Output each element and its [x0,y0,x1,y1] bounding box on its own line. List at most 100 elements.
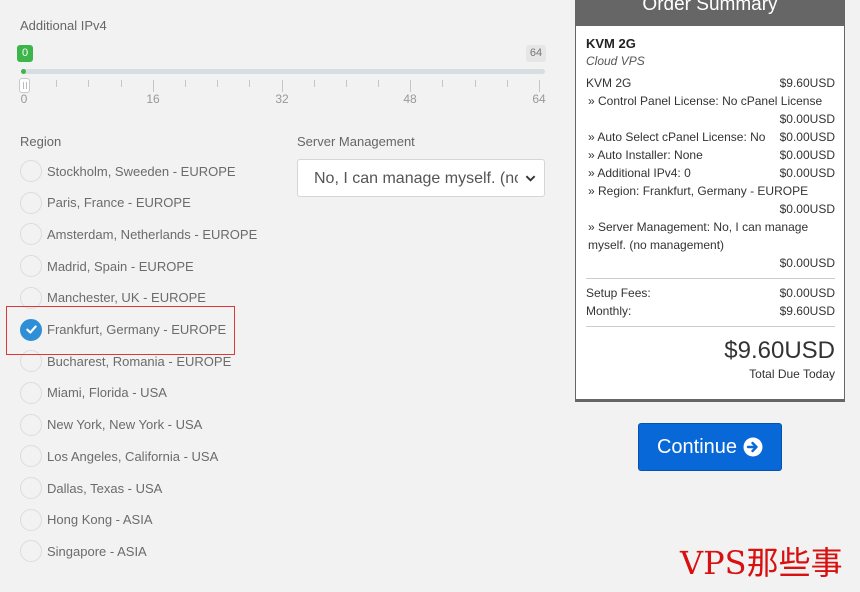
server-management-select[interactable]: No, I can manage myself. (no management) [297,159,545,197]
radio-unchecked-icon[interactable] [20,255,42,278]
region-option[interactable]: Stockholm, Sweeden - EUROPE [20,159,236,183]
radio-unchecked-icon[interactable] [20,191,42,214]
setup-fees-label: Setup Fees: [586,286,651,300]
radio-unchecked-icon[interactable] [20,445,42,468]
region-option[interactable]: Singapore - ASIA [20,539,147,563]
ipv4-slider-track[interactable] [21,69,545,74]
summary-option-price: $0.00USD [779,166,835,180]
ipv4-slider-fill [21,69,26,74]
ipv4-slider-handle[interactable] [19,78,30,93]
summary-divider [586,326,835,327]
slider-tick [313,80,315,87]
region-option-label: Dallas, Texas - USA [47,480,163,496]
radio-unchecked-icon[interactable] [20,540,42,563]
summary-option-price: $0.00USD [779,148,835,162]
summary-option-label: » Control Panel License: No cPanel Licen… [588,94,823,108]
region-option[interactable]: Dallas, Texas - USA [20,476,162,500]
slider-tick [474,80,476,87]
region-option[interactable]: New York, New York - USA [20,413,202,437]
total-due-amount: $9.60USD [724,337,835,364]
order-summary-title: Order Summary [576,0,844,26]
summary-divider [586,278,835,279]
slider-tick [281,80,283,92]
slider-tick [88,80,90,87]
total-due-label: Total Due Today [749,367,835,381]
region-option-label: Paris, France - EUROPE [47,195,191,211]
ipv4-tick-label: 64 [532,92,546,106]
region-option-label: Los Angeles, California - USA [47,448,219,464]
region-option[interactable]: Miami, Florida - USA [20,381,167,405]
continue-button[interactable]: Continue [638,423,782,471]
region-option-label: New York, New York - USA [47,417,203,433]
product-group: Cloud VPS [586,54,645,68]
summary-option-row: » Additional IPv4: 0 $0.00USD [586,164,835,182]
summary-option-label: » Auto Select cPanel License: No [588,130,766,144]
slider-tick [120,80,122,87]
slider-tick [56,80,58,87]
summary-option-price: $0.00USD [779,256,835,270]
summary-option-label: » Region: Frankfurt, Germany - EUROPE [588,184,809,198]
slider-tick [378,80,380,87]
region-option-label: Madrid, Spain - EUROPE [47,258,194,274]
region-option[interactable]: Madrid, Spain - EUROPE [20,254,194,278]
monthly-label: Monthly: [586,304,632,318]
continue-button-label: Continue [656,435,738,458]
setup-fees-value: $0.00USD [779,286,835,300]
region-option[interactable]: Amsterdam, Netherlands - EUROPE [20,222,257,246]
region-label: Region [20,134,62,149]
ipv4-slider-ticks [24,80,540,92]
radio-unchecked-icon[interactable] [20,160,42,182]
region-option-label: Bucharest, Romania - EUROPE [47,353,232,369]
server-management-label: Server Management [297,134,415,149]
ipv4-label: Additional IPv4 [20,18,107,33]
watermark-text: VPS那些事 [680,544,843,582]
arrow-right-circle-icon [743,437,763,457]
slider-tick [506,80,508,87]
ipv4-tick-label: 16 [146,92,160,106]
summary-option-row: » Auto Select cPanel License: No $0.00USD [586,128,835,146]
selection-highlight-box [6,306,235,355]
slider-tick [152,80,154,92]
monthly-value: $9.60USD [779,304,835,318]
region-option-label: Amsterdam, Netherlands - EUROPE [47,226,258,242]
ipv4-max-value-badge: 64 [526,45,546,62]
radio-unchecked-icon[interactable] [20,477,42,499]
slider-tick [345,80,347,87]
slider-tick [217,80,219,87]
slider-tick [539,80,540,92]
region-option-label: Singapore - ASIA [47,543,147,559]
radio-unchecked-icon[interactable] [20,413,42,436]
ipv4-tick-label: 0 [20,92,28,106]
slider-tick [184,80,186,87]
region-option-label: Stockholm, Sweeden - EUROPE [47,163,236,179]
summary-option-label: » Auto Installer: None [588,148,703,162]
summary-option-price: $0.00USD [779,112,835,126]
slider-tick [249,80,251,87]
ipv4-current-value-badge: 0 [17,45,33,62]
region-option-label: Miami, Florida - USA [47,385,167,401]
region-option-label: Hong Kong - ASIA [47,512,153,528]
radio-unchecked-icon[interactable] [20,223,42,246]
region-option[interactable]: Paris, France - EUROPE [20,191,191,215]
summary-option-label: » Server Management: No, I can manage my… [588,220,809,252]
summary-option-price: $0.00USD [779,130,835,144]
ipv4-tick-label: 48 [403,92,417,106]
slider-tick [410,80,412,92]
summary-option-row: » Auto Installer: None $0.00USD [586,146,835,164]
ipv4-tick-label: 32 [275,92,289,106]
summary-option-price: $0.00USD [779,202,835,216]
base-product-price: $9.60USD [779,76,835,90]
region-option-label: Manchester, UK - EUROPE [47,290,206,306]
summary-options: » Control Panel License: No cPanel Licen… [586,92,835,272]
chevron-down-icon [525,175,536,182]
order-summary-panel: Order Summary KVM 2G Cloud VPS KVM 2G $9… [575,0,845,402]
region-option[interactable]: Los Angeles, California - USA [20,444,218,468]
base-product-label: KVM 2G [586,76,632,90]
summary-option-label: » Additional IPv4: 0 [588,166,691,180]
slider-tick [442,80,444,87]
server-management-selected-value: No, I can manage myself. (no management) [314,170,518,187]
product-name: KVM 2G [586,36,636,51]
region-option[interactable]: Hong Kong - ASIA [20,508,153,532]
radio-unchecked-icon[interactable] [20,508,42,531]
radio-unchecked-icon[interactable] [20,381,42,404]
